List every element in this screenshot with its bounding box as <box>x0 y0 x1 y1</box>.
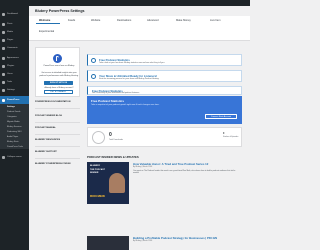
news-meta: By Blubrry | March 2024 <box>133 166 153 168</box>
page-icon <box>2 38 5 42</box>
sidebar-item-media[interactable]: Media <box>0 28 29 36</box>
notice-text: Get a summary of your downloads and podc… <box>92 92 140 95</box>
media-icon <box>2 30 5 34</box>
collapse-icon <box>2 155 5 159</box>
connect-stats-button[interactable]: Connect Stats Account <box>205 114 237 119</box>
link-blubrry-support[interactable]: BLUBRRY SUPPORT <box>35 151 80 154</box>
powerpress-icon <box>2 98 5 102</box>
episodes-label: Number of Episodes <box>223 135 239 138</box>
tab-make-money[interactable]: Make Money <box>176 19 191 22</box>
downloads-ring <box>92 131 105 144</box>
divider <box>35 146 80 147</box>
banner-title: Free Podcast Statistics <box>91 99 125 103</box>
notice-text: Start the streaming process for your sho… <box>99 77 160 80</box>
admin-sidebar: Dashboard Posts Media Pages Comments App… <box>0 6 29 250</box>
notice-free-statistics[interactable]: Free Podcast Statistics Take a look at y… <box>87 54 242 66</box>
tab-live-item[interactable]: Live Item <box>210 19 221 22</box>
link-podcast-manual[interactable]: PODCAST MANUAL <box>35 127 80 130</box>
link-podcast-insider-blog[interactable]: PODCAST INSIDER BLOG <box>35 115 80 118</box>
banner-text: Take a snapshot of your podcast growth r… <box>91 104 160 106</box>
dashboard-icon <box>2 12 5 16</box>
tab-website[interactable]: Website <box>91 19 100 22</box>
signup-intro-text: PowerPress users love our Blubrry <box>43 65 75 67</box>
tab-welcome[interactable]: Welcome <box>39 19 50 22</box>
notice-text: Take a look at your free basic Blubrry s… <box>99 61 165 64</box>
link-blubrry-forum[interactable]: BLUBRRY POWERPRESS FORUM <box>35 163 80 166</box>
brush-icon <box>2 56 5 60</box>
blubrry-logo-icon <box>53 54 62 63</box>
comment-icon <box>2 46 5 50</box>
divider <box>35 108 80 109</box>
downloads-value: 0 <box>109 132 112 138</box>
sidebar-item-posts[interactable]: Posts <box>0 20 29 28</box>
sidebar-item-appearance[interactable]: Appearance <box>0 54 29 62</box>
stats-summary: 0 Total Downloads 0 Number of Episodes <box>87 127 242 147</box>
existing-account-text: Already have a Blubrry account? <box>44 86 74 89</box>
tab-destinations[interactable]: Destinations <box>117 19 131 22</box>
sidebar-item-plugins[interactable]: Plugins <box>0 62 29 70</box>
news-item: BLUBRRY THE PODCAST INSIDER RON MEIK How… <box>87 162 242 206</box>
downloads-label: Total Downloads <box>109 139 123 141</box>
settings-icon <box>2 88 5 92</box>
guest-photo <box>109 173 125 193</box>
signup-description: Get access to detailed insights into you… <box>39 72 79 77</box>
episode-thumbnail[interactable] <box>87 236 129 250</box>
admin-bar <box>0 0 250 6</box>
wp-admin-screen: Dashboard Posts Media Pages Comments App… <box>0 0 250 250</box>
stats-promo-banner: Free Podcast Statistics Take a snapshot … <box>87 96 242 124</box>
divider <box>35 158 80 159</box>
pin-icon <box>2 22 5 26</box>
thumb-text: BLUBRRY <box>90 165 101 167</box>
settings-tab-bar: Welcome Feeds Website Destinations Advan… <box>29 16 250 41</box>
info-icon <box>91 58 96 63</box>
guest-name: RON MEIK <box>90 194 105 198</box>
sidebar-item-settings[interactable]: Settings <box>0 86 29 94</box>
episode-thumbnail[interactable]: BLUBRRY THE PODCAST INSIDER RON MEIK <box>87 162 129 204</box>
connect-button[interactable]: LET'S CONNECT <box>44 90 73 94</box>
plugin-icon <box>2 64 5 68</box>
link-powerpress-documentation[interactable]: POWERPRESS DOCUMENTATION <box>35 101 80 104</box>
sidebar-item-pages[interactable]: Pages <box>0 36 29 44</box>
active-tab-indicator <box>36 23 60 24</box>
sidebar-item-dashboard[interactable]: Dashboard <box>0 10 29 18</box>
news-meta: By Blubrry | March 2024 <box>133 240 153 242</box>
link-blubrry-resources[interactable]: BLUBRRY RESOURCES <box>35 139 80 142</box>
divider <box>35 122 80 123</box>
tab-advanced[interactable]: Advanced <box>147 19 159 22</box>
news-heading: PODCAST INSIDER NEWS & UPDATES <box>87 155 139 159</box>
news-item: Building a Profitable Podcast Strategy f… <box>87 236 242 250</box>
info-icon <box>91 74 96 79</box>
sidebar-item-tools[interactable]: Tools <box>0 78 29 86</box>
news-excerpt: Our guest on The Podcast Insider this we… <box>133 169 236 174</box>
page-title: Blubrry PowerPress Settings <box>35 9 85 13</box>
sidebar-item-comments[interactable]: Comments <box>0 44 29 52</box>
tab-experimental[interactable]: Experimental <box>39 30 54 33</box>
notice-podcast-stats[interactable]: Free Podcast Statistics Get a summary of… <box>87 86 242 95</box>
thumb-text: THE PODCAST <box>90 168 105 171</box>
collapse-menu-button[interactable]: Collapse menu <box>0 153 29 161</box>
users-icon <box>2 72 5 76</box>
wrench-icon <box>2 80 5 84</box>
submenu-powerpress-tools[interactable]: PowerPress Tools <box>0 144 29 149</box>
divider <box>35 134 80 135</box>
thumb-text: INSIDER <box>90 172 99 174</box>
blubrry-signup-card: PowerPress users love our Blubrry Get ac… <box>35 47 80 97</box>
sidebar-item-powerpress[interactable]: PowerPress <box>0 96 29 104</box>
sign-up-button[interactable]: SIGN UP WITH US <box>44 81 73 85</box>
sidebar-item-users[interactable]: Users <box>0 70 29 78</box>
tab-feeds[interactable]: Feeds <box>68 19 75 22</box>
notice-ready-listeners[interactable]: Your Move & Unlimited Ready for Listener… <box>87 70 242 82</box>
